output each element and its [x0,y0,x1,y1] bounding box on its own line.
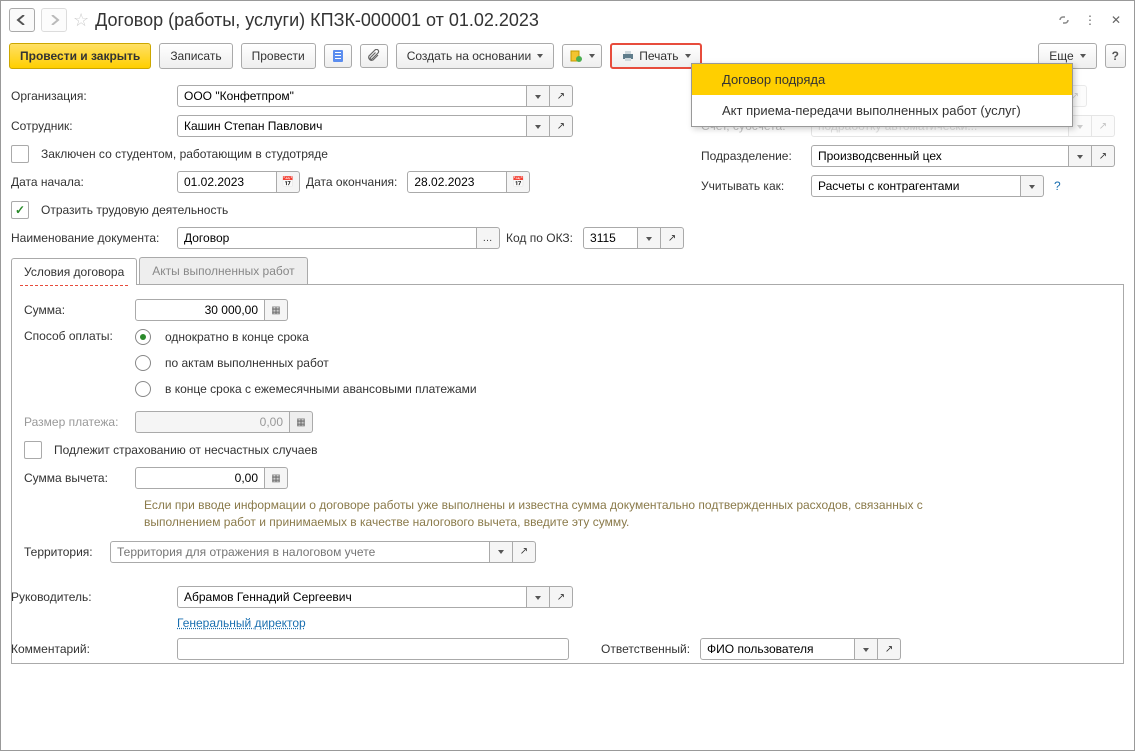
payment-radio-acts[interactable] [135,355,151,371]
paste-icon-button[interactable] [562,44,602,68]
date-start-input[interactable] [177,171,277,193]
tab-acts[interactable]: Акты выполненных работ [139,257,307,284]
manager-dropdown[interactable] [527,586,550,608]
payment-size-input [135,411,290,433]
territory-open[interactable] [513,541,536,563]
payment-radio-advance-label: в конце срока с ежемесячными авансовыми … [165,382,477,396]
okz-open[interactable] [661,227,684,249]
attachment-icon-button[interactable] [360,44,388,68]
print-menu-item-contract[interactable]: Договор подряда [692,64,1072,95]
deduction-calc[interactable] [265,467,288,489]
date-start-label: Дата начала: [11,175,171,189]
division-input[interactable] [811,145,1069,167]
okz-label: Код по ОКЗ: [506,231,577,245]
payment-radio-advance[interactable] [135,381,151,397]
manager-position-link[interactable]: Генеральный директор [177,616,306,630]
employee-input[interactable] [177,115,527,137]
deduction-input[interactable] [135,467,265,489]
account-as-label: Учитывать как: [701,179,805,193]
create-based-on-button[interactable]: Создать на основании [396,43,555,69]
reflect-activity-checkbox[interactable] [11,201,29,219]
favorite-star-icon[interactable]: ☆ [73,10,89,31]
print-button[interactable]: Печать [610,43,701,69]
responsible-dropdown[interactable] [855,638,878,660]
nav-forward-button[interactable] [41,8,67,32]
responsible-label: Ответственный: [601,642,694,656]
responsible-input[interactable] [700,638,855,660]
reflect-activity-label: Отразить трудовую деятельность [41,203,228,217]
payment-radio-acts-label: по актам выполненных работ [165,356,329,370]
date-end-picker[interactable] [507,171,530,193]
docname-ellipsis[interactable]: … [477,227,500,249]
comment-label: Комментарий: [11,642,171,656]
tab-contract-terms[interactable]: Условия договора [11,258,137,285]
division-open[interactable] [1092,145,1115,167]
docname-label: Наименование документа: [11,231,171,245]
okz-dropdown[interactable] [638,227,661,249]
payment-radio-once[interactable] [135,329,151,345]
window-title: Договор (работы, услуги) КПЗК-000001 от … [95,10,539,31]
print-dropdown-menu: Договор подряда Акт приема-передачи выпо… [691,63,1073,127]
docname-input[interactable] [177,227,477,249]
insurance-checkbox-label: Подлежит страхованию от несчастных случа… [54,443,318,457]
manager-input[interactable] [177,586,527,608]
organization-input[interactable] [177,85,527,107]
sum-label: Сумма: [24,303,129,317]
employee-open[interactable] [550,115,573,137]
account-as-dropdown[interactable] [1021,175,1044,197]
organization-dropdown[interactable] [527,85,550,107]
date-start-picker[interactable] [277,171,300,193]
division-dropdown[interactable] [1069,145,1092,167]
student-checkbox[interactable] [11,145,29,163]
post-and-close-button[interactable]: Провести и закрыть [9,43,151,69]
account-help-icon[interactable]: ? [1054,179,1061,193]
employee-dropdown[interactable] [527,115,550,137]
hidden-open[interactable] [1092,115,1115,137]
manager-open[interactable] [550,586,573,608]
date-end-label: Дата окончания: [306,175,401,189]
payment-radio-once-label: однократно в конце срока [165,330,309,344]
payment-size-label: Размер платежа: [24,415,129,429]
help-button[interactable]: ? [1105,44,1126,68]
nav-back-button[interactable] [9,8,35,32]
save-button[interactable]: Записать [159,43,232,69]
close-icon[interactable]: ✕ [1106,10,1126,30]
manager-label: Руководитель: [11,590,171,604]
sum-calc[interactable] [265,299,288,321]
print-menu-item-act[interactable]: Акт приема-передачи выполненных работ (у… [692,95,1072,126]
deduction-hint: Если при вводе информации о договоре раб… [144,497,924,531]
responsible-open[interactable] [878,638,901,660]
organization-open[interactable] [550,85,573,107]
okz-input[interactable] [583,227,638,249]
payment-method-label: Способ оплаты: [24,329,129,343]
student-checkbox-label: Заключен со студентом, работающим в студ… [41,147,328,161]
deduction-label: Сумма вычета: [24,471,129,485]
territory-input[interactable] [110,541,490,563]
employee-label: Сотрудник: [11,119,171,133]
link-icon[interactable] [1054,10,1074,30]
kebab-menu-icon[interactable]: ⋮ [1080,10,1100,30]
report-icon-button[interactable] [324,44,352,68]
insurance-checkbox[interactable] [24,441,42,459]
account-as-input[interactable] [811,175,1021,197]
territory-label: Территория: [24,545,104,559]
payment-size-calc [290,411,313,433]
division-label: Подразделение: [701,149,805,163]
territory-dropdown[interactable] [490,541,513,563]
sum-input[interactable] [135,299,265,321]
organization-label: Организация: [11,89,171,103]
post-button[interactable]: Провести [241,43,316,69]
date-end-input[interactable] [407,171,507,193]
comment-input[interactable] [177,638,569,660]
